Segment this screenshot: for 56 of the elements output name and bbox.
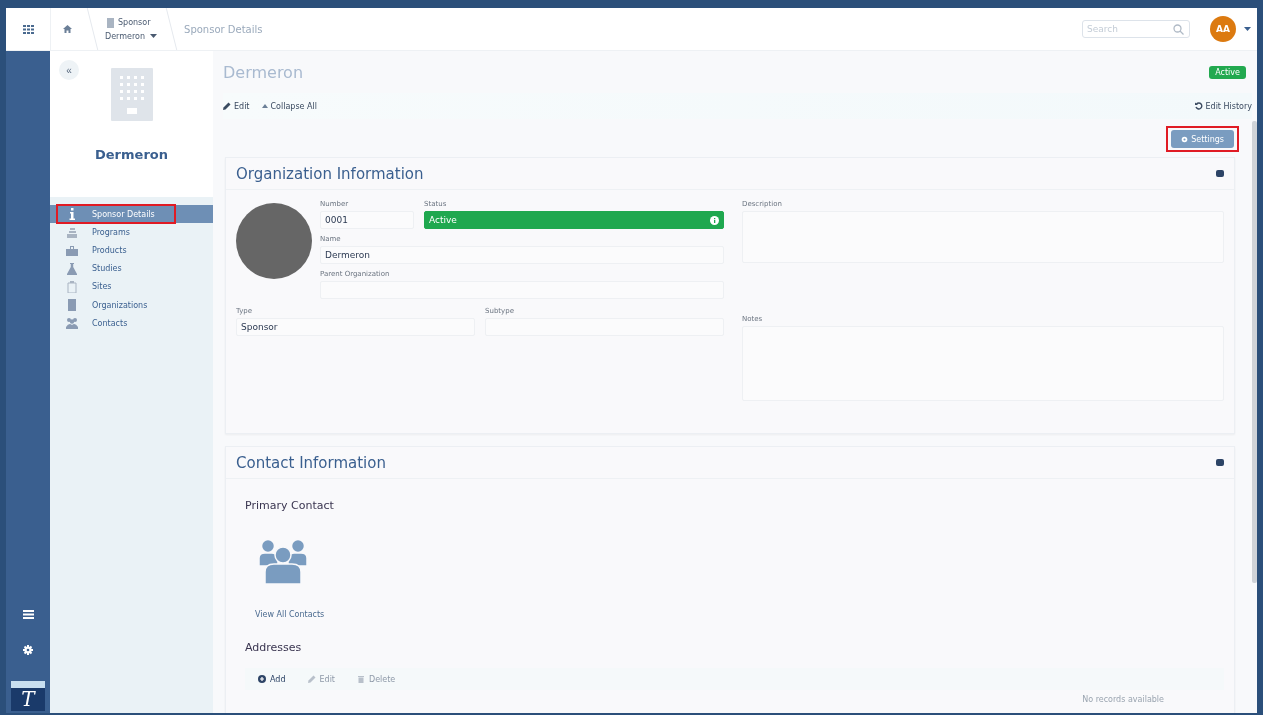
section-title: Contact Information — [236, 453, 386, 472]
entity-dropdown[interactable]: Dermeron — [105, 31, 158, 41]
subsection-title: Addresses — [245, 641, 302, 654]
nav-icon — [66, 226, 78, 239]
caret-icon — [150, 34, 158, 38]
sidebar-item[interactable]: Products — [50, 241, 213, 260]
gear-icon — [1181, 135, 1189, 143]
nav-icon — [66, 280, 78, 293]
nav-icon — [66, 317, 78, 330]
sidebar-item[interactable]: Sites — [50, 277, 213, 296]
history-icon — [1194, 102, 1203, 110]
view-all-contacts-link[interactable]: View All Contacts — [255, 610, 325, 619]
empty-message: No records available — [1082, 695, 1164, 704]
building-icon — [110, 68, 153, 121]
status-badge: Active — [1209, 65, 1246, 79]
pencil-icon — [223, 102, 231, 110]
scrollbar[interactable] — [1252, 121, 1257, 583]
collapse-sidebar-button[interactable]: « — [59, 60, 79, 80]
breadcrumb-entity-type: Sponsor — [118, 18, 151, 27]
nav-icon — [66, 244, 78, 257]
subsection-title: Primary Contact — [245, 499, 334, 512]
sidebar-item[interactable]: Studies — [50, 259, 213, 278]
search-field[interactable]: Search — [1082, 20, 1190, 38]
sidebar-item[interactable]: Organizations — [50, 295, 213, 315]
sidebar-item[interactable]: Contacts — [50, 314, 213, 333]
number-field[interactable]: 0001 — [320, 211, 414, 229]
home-icon — [63, 25, 72, 33]
caret-icon[interactable] — [1244, 27, 1251, 31]
nav-icon — [66, 262, 78, 275]
page-title: Dermeron — [223, 62, 304, 82]
collapse-section-button[interactable] — [1216, 170, 1224, 177]
action-icon — [258, 675, 266, 683]
collapse-section-button[interactable] — [1216, 459, 1224, 466]
type-field[interactable]: Sponsor — [236, 318, 475, 336]
action-icon — [307, 675, 316, 683]
section-title: Organization Information — [236, 164, 424, 183]
edit-link[interactable]: Edit — [223, 101, 250, 111]
list-icon[interactable] — [22, 610, 34, 619]
sidebar-item[interactable]: Programs — [50, 223, 213, 242]
chevron-up-icon — [261, 104, 268, 108]
collapse-all-link[interactable]: Collapse All — [261, 101, 317, 111]
action-icon — [357, 675, 365, 683]
app-logo[interactable]: T — [11, 681, 45, 711]
search-icon — [1173, 24, 1184, 35]
grid-icon — [22, 24, 34, 34]
info-icon — [710, 215, 719, 225]
people-icon — [258, 538, 308, 586]
building-icon — [107, 17, 114, 28]
settings-icon[interactable] — [23, 645, 33, 655]
address-action-link[interactable]: Add — [258, 674, 286, 684]
sidebar-item[interactable]: Sponsor Details — [50, 205, 213, 224]
edit-history-link[interactable]: Edit History — [1194, 101, 1252, 111]
nav-icon — [66, 299, 78, 312]
name-field[interactable]: Dermeron — [320, 246, 724, 264]
sponsor-name: Dermeron — [95, 147, 168, 162]
breadcrumb-current: Sponsor Details — [184, 23, 263, 35]
